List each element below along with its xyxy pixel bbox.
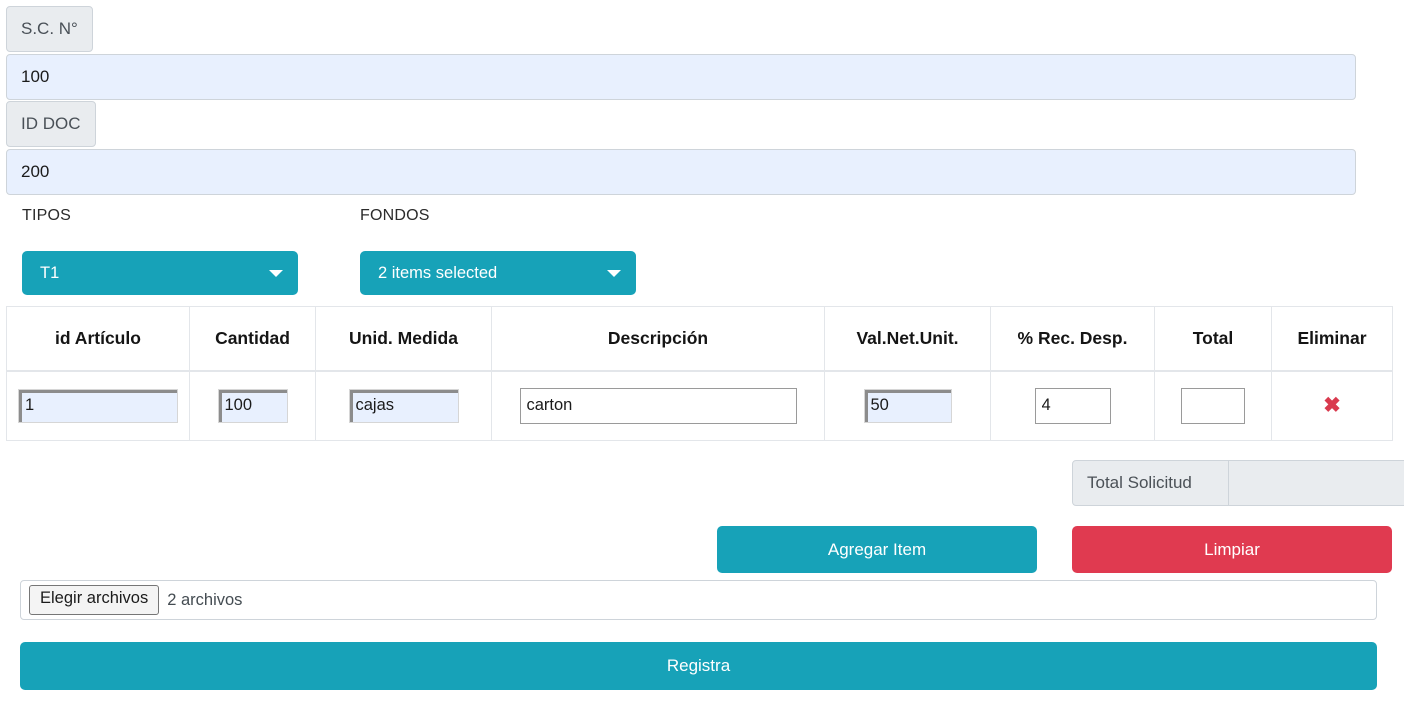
table-row: ✖: [6, 370, 1393, 441]
tipos-select[interactable]: T1: [22, 251, 298, 295]
rec-desp-input[interactable]: [1034, 387, 1111, 424]
chevron-down-icon: [269, 270, 283, 277]
total-solicitud-group: Total Solicitud: [1072, 460, 1404, 506]
cell-val-net-unit: [824, 370, 991, 441]
cell-eliminar: ✖: [1271, 370, 1393, 441]
sc-numero-label: S.C. N°: [6, 6, 93, 52]
delete-row-icon[interactable]: ✖: [1323, 395, 1341, 416]
agregar-item-button[interactable]: Agregar Item: [717, 526, 1037, 573]
items-table: id Artículo Cantidad Unid. Medida Descri…: [6, 306, 1393, 441]
descripcion-input[interactable]: [519, 387, 797, 424]
cell-rec-desp: [990, 370, 1155, 441]
id-doc-label: ID DOC: [6, 101, 96, 147]
header-descripcion: Descripción: [491, 306, 825, 372]
total-input[interactable]: [1181, 387, 1245, 424]
cell-cantidad: [189, 370, 316, 441]
header-eliminar: Eliminar: [1271, 306, 1393, 372]
cell-descripcion: [491, 370, 825, 441]
fondos-label: FONDOS: [360, 207, 430, 224]
header-val-net-unit: Val.Net.Unit.: [824, 306, 991, 372]
limpiar-button[interactable]: Limpiar: [1072, 526, 1392, 573]
header-total: Total: [1154, 306, 1272, 372]
registra-button[interactable]: Registra: [20, 642, 1377, 690]
items-table-header-row: id Artículo Cantidad Unid. Medida Descri…: [6, 306, 1393, 372]
sc-numero-input[interactable]: [6, 54, 1356, 100]
header-unid-medida: Unid. Medida: [315, 306, 492, 372]
file-upload-status: 2 archivos: [167, 590, 243, 609]
file-upload-field[interactable]: Elegir archivos 2 archivos: [20, 580, 1377, 620]
cell-unid-medida: [315, 370, 492, 441]
total-solicitud-label: Total Solicitud: [1072, 460, 1229, 506]
fondos-select[interactable]: 2 items selected: [360, 251, 636, 295]
tipos-label: TIPOS: [22, 207, 72, 224]
val-net-unit-input[interactable]: [863, 388, 952, 423]
solicitud-compra-form: S.C. N° ID DOC TIPOS T1 FONDOS 2 items s…: [0, 0, 1404, 702]
id-articulo-input[interactable]: [18, 388, 178, 423]
chevron-down-icon: [607, 270, 621, 277]
cell-id-articulo: [6, 370, 190, 441]
id-doc-input[interactable]: [6, 149, 1356, 195]
total-solicitud-value[interactable]: [1229, 460, 1404, 506]
elegir-archivos-button[interactable]: Elegir archivos: [29, 585, 160, 615]
unid-medida-input[interactable]: [348, 388, 459, 423]
cell-total: [1154, 370, 1272, 441]
header-id-articulo: id Artículo: [6, 306, 190, 372]
header-rec-desp: % Rec. Desp.: [990, 306, 1155, 372]
tipos-select-value: T1: [40, 263, 60, 282]
cantidad-input[interactable]: [217, 388, 288, 423]
header-cantidad: Cantidad: [189, 306, 316, 372]
fondos-select-value: 2 items selected: [378, 263, 498, 282]
